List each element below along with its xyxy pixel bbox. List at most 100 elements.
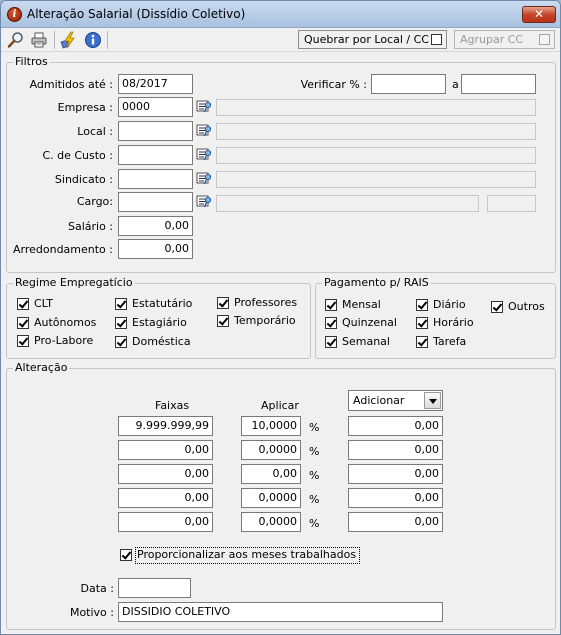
filtros-legend: Filtros bbox=[13, 55, 50, 68]
pagamento-mensal-checkbox[interactable]: Mensal bbox=[325, 298, 410, 313]
faixa-field[interactable]: 0,00 bbox=[118, 512, 213, 532]
salario-field[interactable]: 0,00 bbox=[118, 216, 193, 236]
toolbar: Quebrar por Local / CC Agrupar CC bbox=[1, 28, 560, 52]
sindicato-label: Sindicato : bbox=[54, 173, 113, 186]
faixa-field[interactable]: 0,00 bbox=[118, 488, 213, 508]
mode-select-value: Adicionar bbox=[353, 394, 405, 407]
quebrar-local-cc-checkbox[interactable] bbox=[431, 34, 442, 45]
local-lookup-icon[interactable] bbox=[196, 123, 212, 138]
aplicar-header: Aplicar bbox=[261, 399, 299, 412]
close-button[interactable]: ✕ bbox=[522, 6, 556, 23]
regime-estatutario-checkbox[interactable]: Estatutário bbox=[115, 297, 205, 312]
quebrar-local-cc-label: Quebrar por Local / CC bbox=[304, 33, 429, 46]
empresa-field[interactable]: 0000 bbox=[118, 97, 193, 117]
info-icon[interactable] bbox=[84, 31, 102, 49]
verificar-label: Verificar % : bbox=[300, 78, 367, 91]
regime-estagiario-checkbox[interactable]: Estagiário bbox=[115, 316, 205, 331]
cargo-description bbox=[216, 195, 479, 212]
regime-professores-checkbox[interactable]: Professores bbox=[217, 296, 307, 311]
pagamento-tarefa-checkbox[interactable]: Tarefa bbox=[416, 335, 486, 350]
regime-temporario-checkbox[interactable]: Temporário bbox=[217, 314, 307, 329]
aplicar-field[interactable]: 0,00 bbox=[241, 464, 301, 484]
empresa-lookup-icon[interactable] bbox=[196, 99, 212, 114]
app-info-icon: i bbox=[7, 7, 22, 22]
regime-group: Regime Empregatício CLT Autônomos Pro-La… bbox=[6, 277, 311, 359]
adicionar-field[interactable]: 0,00 bbox=[348, 440, 443, 460]
printer-icon[interactable] bbox=[30, 31, 48, 49]
faixa-field[interactable]: 0,00 bbox=[118, 440, 213, 460]
data-label: Data : bbox=[80, 582, 114, 595]
regime-clt-checkbox[interactable]: CLT bbox=[17, 297, 107, 312]
focus-indicator bbox=[135, 547, 360, 564]
alteracao-group: Alteração Faixas Aplicar Adicionar 9.999… bbox=[6, 362, 556, 630]
pagamento-diario-checkbox[interactable]: Diário bbox=[416, 298, 486, 313]
local-label: Local : bbox=[77, 125, 113, 138]
agrupar-cc-checkbox bbox=[539, 34, 550, 45]
regime-legend: Regime Empregatício bbox=[13, 276, 135, 289]
verificar-from-field[interactable] bbox=[371, 74, 446, 94]
adicionar-field[interactable]: 0,00 bbox=[348, 488, 443, 508]
aplicar-field[interactable]: 10,0000 bbox=[241, 416, 301, 436]
pagamento-group: Pagamento p/ RAIS Mensal Quinzenal Seman… bbox=[315, 277, 556, 359]
pagamento-outros-checkbox[interactable]: Outros bbox=[491, 300, 551, 315]
cargo-label: Cargo: bbox=[76, 195, 113, 208]
custo-description bbox=[216, 147, 536, 164]
quebrar-local-cc-toggle[interactable]: Quebrar por Local / CC bbox=[298, 30, 447, 49]
verificar-to-field[interactable] bbox=[461, 74, 536, 94]
adicionar-field[interactable]: 0,00 bbox=[348, 512, 443, 532]
percent-symbol: % bbox=[309, 517, 320, 530]
motivo-field[interactable]: DISSIDIO COLETIVO bbox=[118, 602, 443, 622]
empresa-description bbox=[216, 99, 536, 116]
data-field[interactable] bbox=[118, 578, 191, 598]
motivo-label: Motivo : bbox=[69, 606, 114, 619]
cargo-lookup-icon[interactable] bbox=[196, 194, 212, 209]
regime-domestica-checkbox[interactable]: Doméstica bbox=[115, 335, 205, 350]
pagamento-horario-checkbox[interactable]: Horário bbox=[416, 316, 486, 331]
toolbar-separator bbox=[107, 31, 108, 49]
percent-symbol: % bbox=[309, 469, 320, 482]
arredondamento-field[interactable]: 0,00 bbox=[118, 239, 193, 259]
percent-symbol: % bbox=[309, 421, 320, 434]
pagamento-legend: Pagamento p/ RAIS bbox=[322, 276, 431, 289]
sindicato-field[interactable] bbox=[118, 169, 193, 189]
aplicar-field[interactable]: 0,0000 bbox=[241, 512, 301, 532]
local-description bbox=[216, 123, 536, 140]
lightning-icon[interactable] bbox=[60, 31, 78, 49]
aplicar-field[interactable]: 0,0000 bbox=[241, 440, 301, 460]
adicionar-field[interactable]: 0,00 bbox=[348, 416, 443, 436]
custo-label: C. de Custo : bbox=[42, 149, 113, 162]
empresa-label: Empresa : bbox=[57, 101, 113, 114]
chevron-down-icon[interactable] bbox=[424, 392, 441, 409]
custo-lookup-icon[interactable] bbox=[196, 147, 212, 162]
sindicato-lookup-icon[interactable] bbox=[196, 171, 212, 186]
mode-select[interactable]: Adicionar bbox=[348, 390, 443, 411]
custo-field[interactable] bbox=[118, 145, 193, 165]
cargo-field[interactable] bbox=[118, 192, 193, 212]
admitidos-field[interactable]: 08/2017 bbox=[118, 74, 193, 94]
search-icon[interactable] bbox=[7, 31, 25, 49]
title-bar[interactable]: i Alteração Salarial (Dissídio Coletivo)… bbox=[1, 1, 560, 28]
window-title: Alteração Salarial (Dissídio Coletivo) bbox=[27, 7, 246, 21]
sindicato-description bbox=[216, 171, 536, 188]
pagamento-semanal-checkbox[interactable]: Semanal bbox=[325, 335, 410, 350]
faixa-field[interactable]: 0,00 bbox=[118, 464, 213, 484]
cargo-extra-field bbox=[487, 195, 536, 212]
salario-label: Salário : bbox=[67, 220, 113, 233]
faixa-field[interactable]: 9.999.999,99 bbox=[118, 416, 213, 436]
admitidos-label: Admitidos até : bbox=[29, 78, 113, 91]
arredondamento-label: Arredondamento : bbox=[12, 243, 113, 256]
aplicar-field[interactable]: 0,0000 bbox=[241, 488, 301, 508]
alteracao-legend: Alteração bbox=[13, 361, 70, 374]
percent-symbol: % bbox=[309, 445, 320, 458]
local-field[interactable] bbox=[118, 121, 193, 141]
percent-symbol: % bbox=[309, 493, 320, 506]
regime-pro-labore-checkbox[interactable]: Pro-Labore bbox=[17, 334, 107, 349]
agrupar-cc-label: Agrupar CC bbox=[460, 33, 524, 46]
toolbar-separator bbox=[54, 31, 55, 49]
verificar-a-label: a bbox=[452, 78, 459, 91]
adicionar-field[interactable]: 0,00 bbox=[348, 464, 443, 484]
pagamento-quinzenal-checkbox[interactable]: Quinzenal bbox=[325, 316, 410, 331]
regime-autonomos-checkbox[interactable]: Autônomos bbox=[17, 316, 107, 331]
main-window: i Alteração Salarial (Dissídio Coletivo)… bbox=[0, 0, 561, 635]
agrupar-cc-toggle: Agrupar CC bbox=[454, 30, 555, 49]
